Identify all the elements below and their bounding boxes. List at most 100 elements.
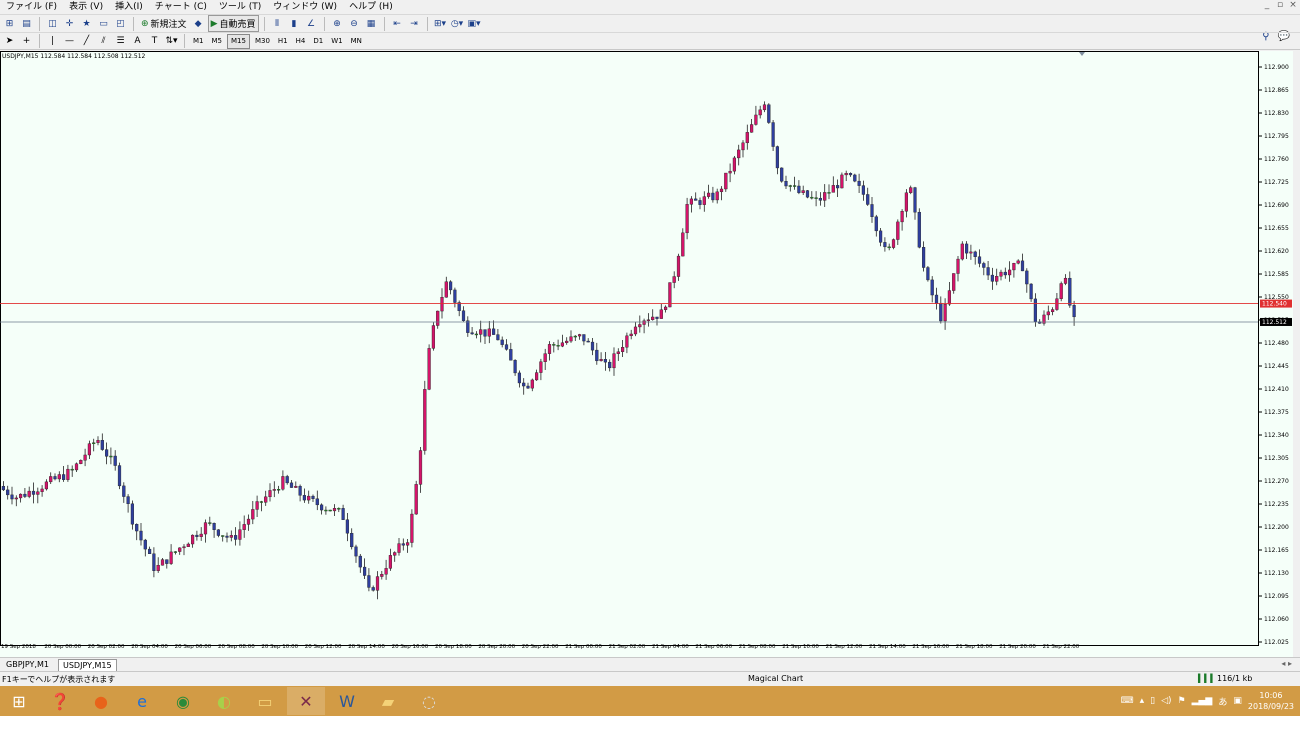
chart-tabs: GBPJPY,M1 USDJPY,M15 ◂ ▸ xyxy=(0,657,1300,672)
terminal-icon[interactable]: ▭ xyxy=(96,16,111,31)
candle-body xyxy=(995,276,999,282)
bar-chart-icon[interactable]: ⫴ xyxy=(270,16,285,31)
timeframe-m15[interactable]: M15 xyxy=(227,33,250,49)
navigator-icon[interactable]: ★ xyxy=(79,16,94,31)
profiles-icon[interactable]: ▤ xyxy=(19,16,34,31)
candle-body xyxy=(109,455,113,458)
close-icon[interactable]: × xyxy=(1288,0,1298,10)
candle-body xyxy=(406,542,410,546)
candle-body xyxy=(492,328,496,335)
chart-shift-icon[interactable]: ⇥ xyxy=(407,16,422,31)
menu-insert[interactable]: 挿入(I) xyxy=(109,0,149,14)
candle-body xyxy=(530,379,534,389)
text-icon[interactable]: A xyxy=(130,34,145,49)
candle-body xyxy=(414,484,418,515)
flag-icon[interactable]: ⚑ xyxy=(1178,696,1186,706)
timeframe-m30[interactable]: M30 xyxy=(252,35,273,48)
metaeditor-icon[interactable]: ◆ xyxy=(191,16,206,31)
candle-body xyxy=(225,535,229,538)
candlestick-chart[interactable]: 112.900 112.865 112.830 112.795 112.760 112.7… xyxy=(0,51,1293,657)
price-axis-label: 112.200 xyxy=(1264,524,1289,531)
periods-icon[interactable]: ◷▾ xyxy=(450,16,465,31)
minimize-icon[interactable]: _ xyxy=(1262,0,1272,10)
tray-expand-icon[interactable]: ▴ xyxy=(1140,696,1145,706)
market-watch-icon[interactable]: ◫ xyxy=(45,16,60,31)
trading-platform-icon[interactable]: ✕ xyxy=(287,687,325,715)
horizontal-line-icon[interactable]: — xyxy=(62,34,77,49)
timeframe-d1[interactable]: D1 xyxy=(310,35,326,48)
templates-icon[interactable]: ▣▾ xyxy=(467,16,482,31)
auto-trading-button[interactable]: ▶ 自動売買 xyxy=(207,15,259,32)
windows-start-icon[interactable]: ⊞ xyxy=(0,687,38,715)
crosshair-icon[interactable]: + xyxy=(19,34,34,49)
restore-icon[interactable]: ▫ xyxy=(1275,0,1285,10)
menu-tools[interactable]: ツール (T) xyxy=(213,0,267,14)
candle-body xyxy=(694,198,698,201)
time-axis-label: 21 Sep 12:00 xyxy=(826,644,863,650)
chrome-icon[interactable]: ◉ xyxy=(164,687,202,715)
timeframe-h1[interactable]: H1 xyxy=(275,35,291,48)
time-axis-label: 20 Sep 14:00 xyxy=(348,644,385,650)
word-icon[interactable]: W xyxy=(328,687,366,715)
timeframe-w1[interactable]: W1 xyxy=(328,35,345,48)
menu-chart[interactable]: チャート (C) xyxy=(149,0,213,14)
price-axis-label: 112.725 xyxy=(1264,179,1289,186)
toolbar-divider xyxy=(133,16,134,31)
ime-indicator[interactable]: あ xyxy=(1218,695,1227,708)
network-icon[interactable]: ▂▄▆ xyxy=(1192,696,1213,706)
indicators-icon[interactable]: ⊞▾ xyxy=(433,16,448,31)
new-order-button[interactable]: ⊕ 新規注文 xyxy=(139,16,189,31)
timeframe-m5[interactable]: M5 xyxy=(209,35,226,48)
candlestick-icon[interactable]: ▮ xyxy=(287,16,302,31)
menu-view[interactable]: 表示 (V) xyxy=(63,0,109,14)
firefox-icon[interactable]: ● xyxy=(82,687,120,715)
zoom-out-icon[interactable]: ⊖ xyxy=(347,16,362,31)
auto-scroll-icon[interactable]: ⇤ xyxy=(390,16,405,31)
candle-body xyxy=(771,122,775,147)
candle-body xyxy=(27,490,31,497)
menu-help[interactable]: ヘルプ (H) xyxy=(343,0,399,14)
help-app-icon[interactable]: ❓ xyxy=(41,687,79,715)
strategy-tester-icon[interactable]: ◰ xyxy=(113,16,128,31)
battery-icon[interactable]: ▯ xyxy=(1150,696,1155,706)
channel-icon[interactable]: ⫽ xyxy=(96,34,111,49)
time-axis-label: 19 Sep 2018 xyxy=(1,644,36,650)
candle-body xyxy=(1055,298,1059,310)
candle-body xyxy=(1016,260,1020,264)
new-chart-icon[interactable]: ⊞ xyxy=(2,16,17,31)
internet-explorer-icon[interactable]: e xyxy=(123,687,161,715)
tab-gbpjpy-m1[interactable]: GBPJPY,M1 xyxy=(2,659,53,671)
chart-window[interactable]: 112.900 112.865 112.830 112.795 112.760 112.7… xyxy=(0,51,1293,657)
candle-body xyxy=(375,576,380,591)
trendline-icon[interactable]: ╱ xyxy=(79,34,94,49)
clock[interactable]: 10:06 2018/09/23 xyxy=(1248,690,1294,712)
ime-settings-icon[interactable]: ▣ xyxy=(1233,696,1242,706)
price-axis-label: 112.375 xyxy=(1264,409,1289,416)
volume-icon[interactable]: ◁) xyxy=(1161,696,1171,706)
fibonacci-icon[interactable]: ☰ xyxy=(113,34,128,49)
tab-scroll-arrows-icon[interactable]: ◂ ▸ xyxy=(1281,659,1292,668)
timeframe-h4[interactable]: H4 xyxy=(293,35,309,48)
vertical-line-icon[interactable]: | xyxy=(45,34,60,49)
text-label-icon[interactable]: T xyxy=(147,34,162,49)
file-explorer-icon[interactable]: ▭ xyxy=(246,687,284,715)
data-window-icon[interactable]: ✛ xyxy=(62,16,77,31)
menu-file[interactable]: ファイル (F) xyxy=(0,0,63,14)
timeframe-mn[interactable]: MN xyxy=(348,35,365,48)
zoom-in-icon[interactable]: ⊕ xyxy=(330,16,345,31)
candle-body xyxy=(388,555,392,569)
price-axis-label: 112.165 xyxy=(1264,547,1289,554)
paint-icon[interactable]: ◌ xyxy=(410,687,448,715)
line-chart-icon[interactable]: ∠ xyxy=(304,16,319,31)
candle-body xyxy=(307,495,311,501)
arrows-icon[interactable]: ⇅▾ xyxy=(164,34,179,49)
tile-windows-icon[interactable]: ▦ xyxy=(364,16,379,31)
keyboard-icon[interactable]: ⌨ xyxy=(1121,696,1134,706)
timeframe-m1[interactable]: M1 xyxy=(190,35,207,48)
folder-icon[interactable]: ▰ xyxy=(369,687,407,715)
app-green-icon[interactable]: ◐ xyxy=(205,687,243,715)
menu-window[interactable]: ウィンドウ (W) xyxy=(267,0,343,14)
cursor-icon[interactable]: ➤ xyxy=(2,34,17,49)
candle-body xyxy=(672,276,676,283)
candle-body xyxy=(943,303,947,322)
